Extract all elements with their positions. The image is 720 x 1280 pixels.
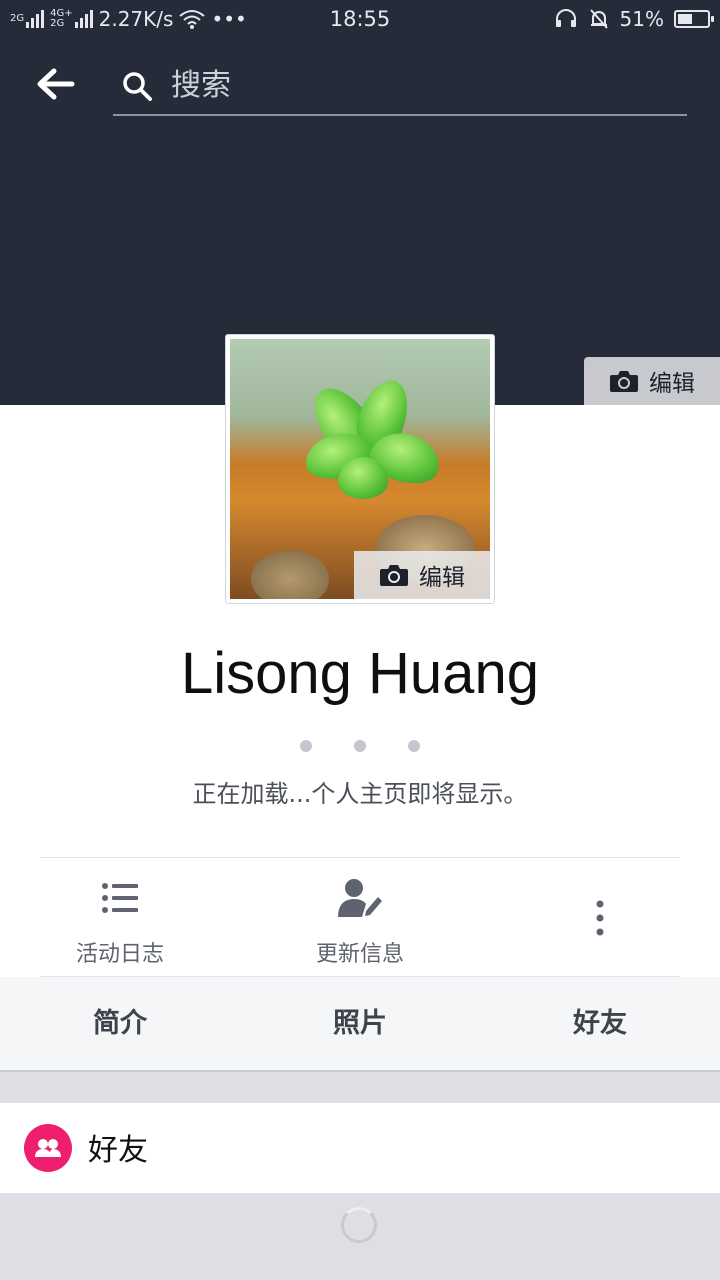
avatar-edit-button[interactable]: 编辑	[354, 551, 490, 599]
list-icon	[102, 883, 138, 913]
status-bar: 2G 4G+ 2G 2.27K/s ••• 18:55 51%	[0, 0, 720, 38]
headset-icon	[555, 9, 576, 27]
loading-message: 正在加载...个人主页即将显示。	[192, 780, 528, 808]
edit-person-icon	[338, 879, 382, 917]
profile-picture[interactable]: 编辑	[225, 334, 495, 604]
battery-percent: 51%	[619, 7, 664, 31]
cover-edit-button[interactable]: 编辑	[584, 357, 720, 405]
search-bar[interactable]	[113, 58, 687, 116]
update-info-label: 更新信息	[315, 942, 404, 967]
back-arrow-icon	[37, 68, 75, 100]
profile-tabs: 简介 照片 好友	[0, 977, 720, 1072]
tab-about[interactable]: 简介	[0, 977, 240, 1070]
more-options-button[interactable]	[480, 870, 720, 970]
camera-icon	[380, 565, 408, 586]
cover-edit-label: 编辑	[649, 371, 695, 397]
search-input[interactable]	[169, 64, 673, 106]
avatar: 编辑	[230, 339, 490, 599]
loading-dots	[0, 740, 720, 752]
activity-log-label: 活动日志	[75, 942, 164, 967]
divider	[40, 857, 680, 858]
tab-photos[interactable]: 照片	[240, 977, 480, 1070]
loading-spinner	[341, 1207, 377, 1243]
friends-icon	[24, 1124, 72, 1172]
profile-name: Lisong Huang	[181, 641, 539, 706]
bell-muted-icon	[589, 9, 608, 29]
status-right: 51%	[554, 7, 714, 31]
camera-icon	[610, 371, 638, 392]
search-icon	[123, 72, 152, 101]
friends-section[interactable]: 好友	[0, 1103, 720, 1193]
back-button[interactable]	[34, 66, 76, 102]
friends-section-title: 好友	[88, 1133, 148, 1168]
activity-log-button[interactable]: 活动日志	[0, 870, 240, 970]
battery-icon	[674, 10, 714, 28]
tab-friends[interactable]: 好友	[480, 977, 720, 1070]
avatar-edit-label: 编辑	[419, 565, 465, 591]
update-info-button[interactable]: 更新信息	[240, 870, 480, 970]
more-vertical-icon	[596, 900, 604, 936]
